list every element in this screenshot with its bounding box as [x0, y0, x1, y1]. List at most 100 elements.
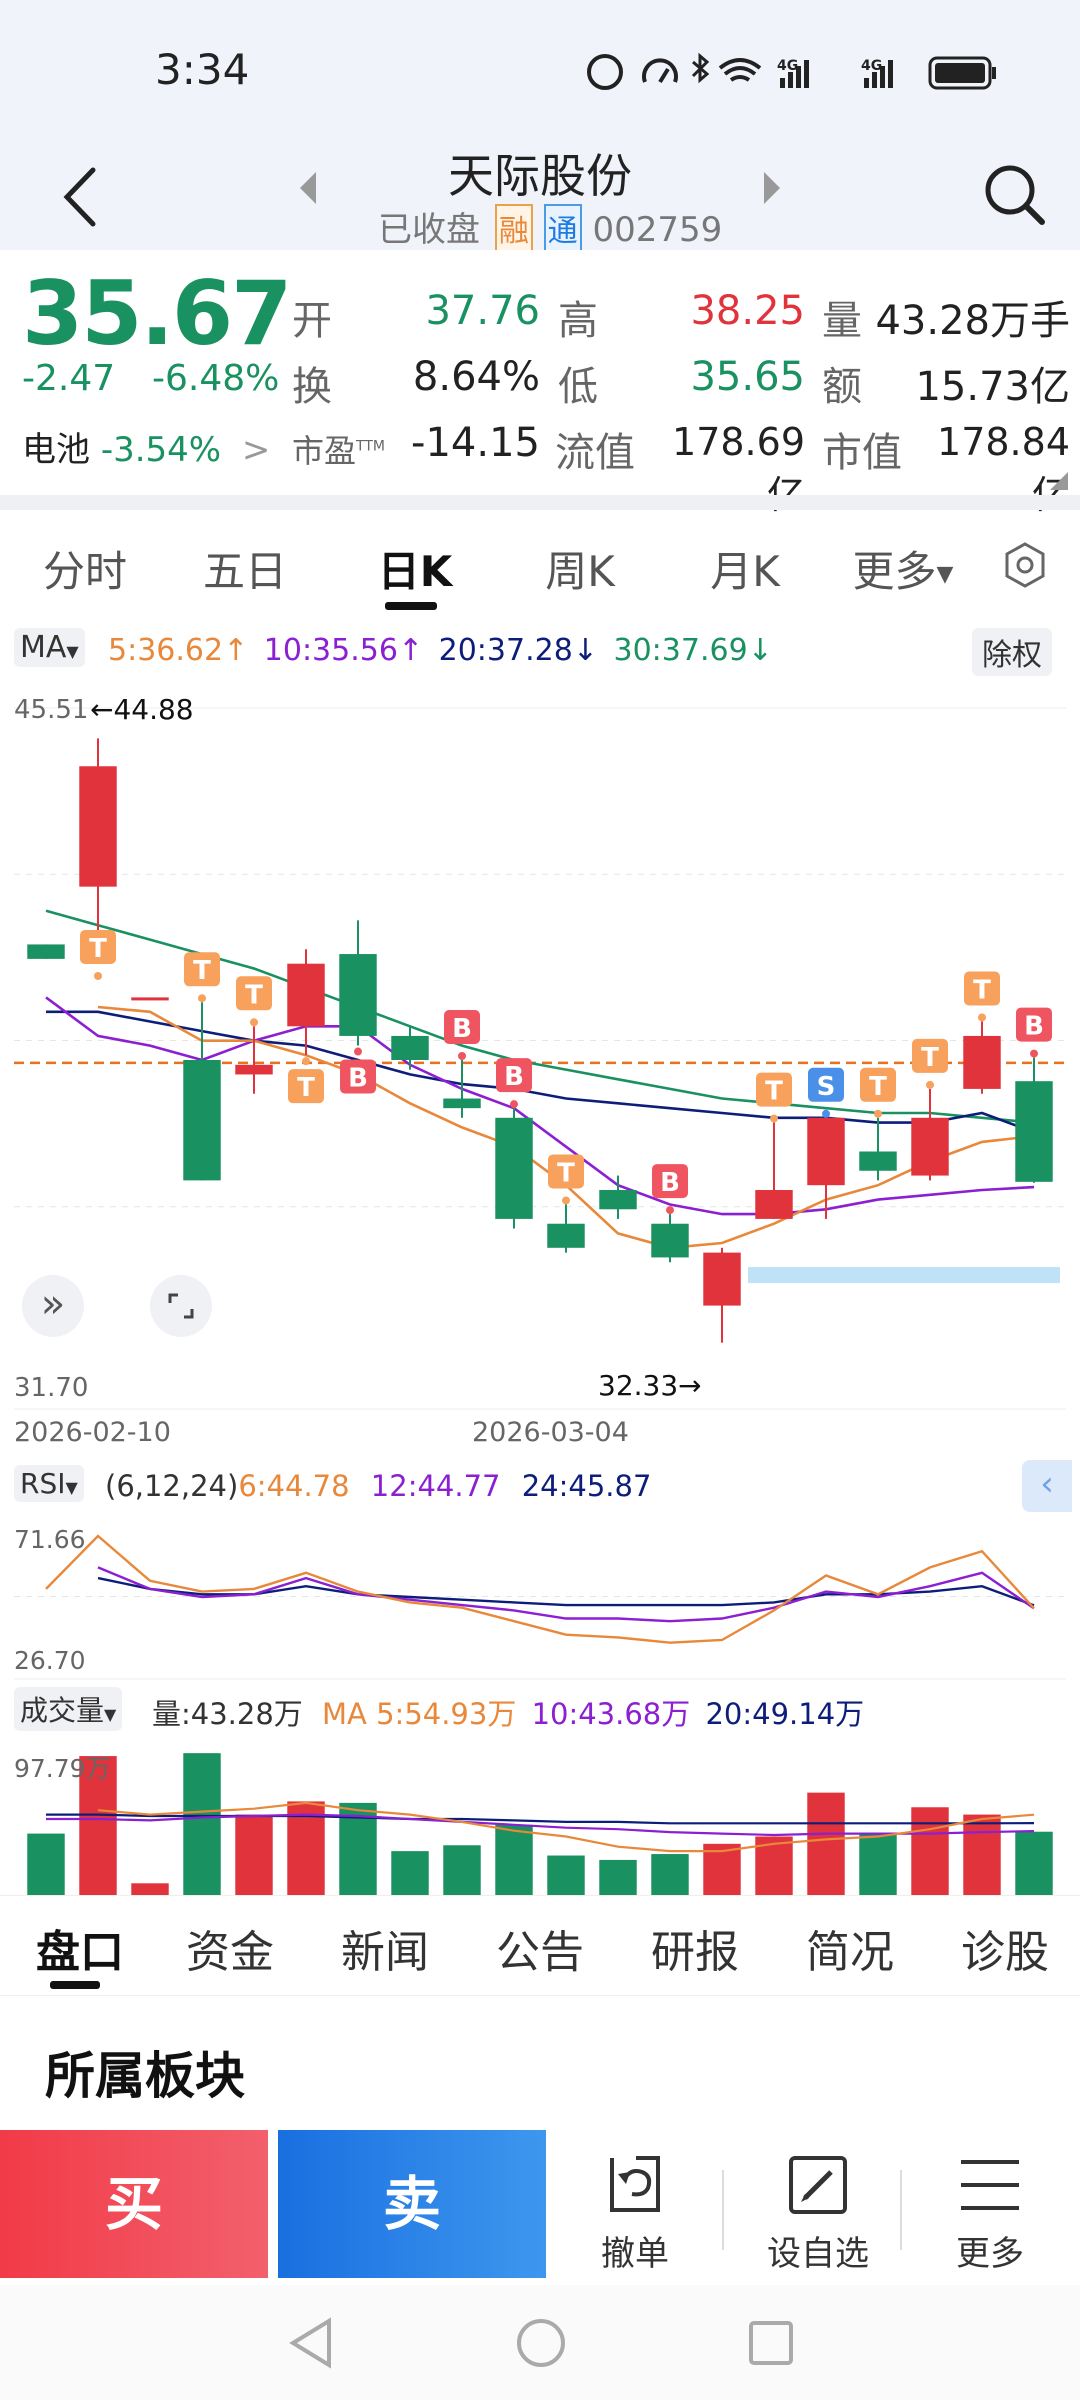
candle: [235, 1064, 273, 1075]
volume-bar: [235, 1814, 273, 1895]
search-icon[interactable]: [980, 160, 1050, 230]
pe-value: -14.15: [411, 420, 540, 466]
status-bar: 3:34 4G 4G: [0, 0, 1080, 140]
connect-badge: 通: [543, 204, 582, 252]
sell-button[interactable]: 卖: [278, 2130, 546, 2278]
sector-section: 所属板块: [0, 1995, 1080, 2130]
stock-header: 天际股份 已收盘 融 通 002759: [0, 140, 1080, 252]
volume-bar: [183, 1753, 221, 1895]
tab-daily-k[interactable]: 日K: [360, 538, 470, 599]
margin-badge: 融: [494, 204, 533, 252]
volume-indicator-label: 成交量: [20, 1694, 105, 1727]
cancel-order-button[interactable]: 撤单: [560, 2130, 710, 2278]
last-price: 35.67: [22, 262, 292, 365]
candle: [495, 1117, 533, 1219]
volume-legend: 量:43.28万 MA 5:54.93万 10:43.68万 20:49.14万: [152, 1691, 864, 1733]
rsi12-value: 12:44.77: [370, 1469, 501, 1503]
candle: [131, 997, 169, 1001]
dropdown-icon: ▼: [936, 562, 954, 587]
signal-dot: [250, 1018, 258, 1027]
active-tab-indicator: [385, 602, 437, 610]
vol-ma10-value: 10:43.68万: [531, 1697, 691, 1731]
settings-hexagon-icon[interactable]: [1000, 540, 1050, 590]
support-zone: [748, 1267, 1060, 1284]
volume-axis-max: 97.79万: [14, 1754, 111, 1783]
tab-five-day[interactable]: 五日: [195, 538, 295, 599]
volume-bar: [495, 1824, 533, 1895]
tab-more[interactable]: 更多▼: [838, 538, 968, 599]
sector-label: 电池: [22, 430, 90, 470]
fullscreen-button[interactable]: [150, 1275, 212, 1337]
nav-back-icon[interactable]: [285, 2315, 335, 2371]
chevron-right-icon: >: [241, 430, 271, 470]
sector-pct: -3.54%: [100, 430, 222, 470]
back-icon[interactable]: [55, 162, 105, 232]
volume-bar: [27, 1833, 65, 1895]
quote-panel: 35.67 -2.47 -6.48% 电池 -3.54% > 开 37.76 高…: [0, 250, 1080, 517]
detail-tabs: 盘口 资金 新闻 公告 研报 简况 诊股: [0, 1895, 1080, 1995]
nav-recents-icon[interactable]: [745, 2317, 797, 2369]
amount-value: 15.73亿: [915, 364, 1070, 410]
signal-dot: [770, 1114, 778, 1123]
tab-profile[interactable]: 简况: [800, 1916, 900, 1980]
add-watchlist-button[interactable]: 设自选: [738, 2130, 898, 2278]
vol-ma5-value: MA 5:54.93万: [322, 1697, 517, 1731]
tab-news[interactable]: 新闻: [335, 1916, 435, 1980]
stock-code: 002759: [592, 210, 723, 250]
rsi-selector[interactable]: RSI▼: [14, 1465, 84, 1502]
cancel-order-label: 撤单: [601, 2234, 669, 2274]
market-cap-label: 市值: [822, 430, 902, 476]
signal-dot: [822, 1109, 830, 1118]
prev-stock-icon[interactable]: [296, 168, 320, 208]
kline-chart-area[interactable]: MA▼ 5:36.62↑ 10:35.56↑ 20:37.28↓ 30:37.6…: [0, 615, 1080, 1895]
collapse-indicator-button[interactable]: ‹: [1022, 1460, 1072, 1512]
volume-current: 量:43.28万: [152, 1697, 303, 1731]
volume-bar: [651, 1854, 689, 1895]
signal-label: T: [89, 934, 107, 964]
more-menu-button[interactable]: 更多: [915, 2130, 1065, 2278]
signal-label: T: [869, 1072, 887, 1102]
open-value: 37.76: [425, 288, 540, 334]
sell-label: 卖: [382, 2170, 441, 2238]
tab-weekly-k[interactable]: 周K: [525, 538, 635, 599]
status-icons-svg: 4G 4G: [587, 52, 996, 90]
signal-label: B: [1024, 1012, 1044, 1042]
volume-selector[interactable]: 成交量▼: [14, 1687, 123, 1731]
amount-label: 额: [822, 364, 862, 410]
next-stock-icon[interactable]: [760, 168, 784, 208]
bluetooth-icon: [691, 52, 710, 84]
signal-dot: [302, 1057, 310, 1066]
signal-dot: [354, 1047, 362, 1056]
rsi-axis-min: 26.70: [14, 1646, 86, 1675]
signal-label: T: [973, 975, 991, 1005]
tab-monthly-k[interactable]: 月K: [690, 538, 800, 599]
nav-home-icon[interactable]: [513, 2315, 569, 2371]
expand-corner-icon[interactable]: [1050, 472, 1068, 490]
signal-label: B: [660, 1168, 680, 1198]
tab-diagnosis[interactable]: 诊股: [955, 1916, 1055, 1980]
signal-2-label: 4G: [861, 58, 882, 74]
signal-1-label: 4G: [777, 58, 798, 74]
tab-research[interactable]: 研报: [645, 1916, 745, 1980]
signal-label: T: [557, 1158, 575, 1188]
buy-button[interactable]: 买: [0, 2130, 268, 2278]
tab-funds[interactable]: 资金: [180, 1916, 280, 1980]
signal-dot: [458, 1052, 466, 1061]
tab-intraday[interactable]: 分时: [35, 538, 135, 599]
low-annotation: 32.33→: [598, 1369, 702, 1402]
signal-label: T: [193, 956, 211, 986]
turnover-label: 换: [292, 364, 332, 410]
stock-name: 天际股份: [448, 149, 632, 203]
add-watchlist-label: 设自选: [767, 2234, 869, 2274]
volume-value: 43.28万手: [875, 298, 1070, 344]
signal-dot: [94, 971, 102, 980]
tab-announcements[interactable]: 公告: [490, 1916, 590, 1980]
volume-bar: [1015, 1831, 1053, 1895]
signal-dot: [978, 1013, 986, 1022]
signal-dot: [926, 1080, 934, 1089]
rsi6-line: [45, 1534, 1035, 1644]
sector-row[interactable]: 电池 -3.54% >: [22, 422, 270, 471]
tab-handicap[interactable]: 盘口: [30, 1916, 130, 1980]
fast-forward-button[interactable]: »: [22, 1275, 84, 1337]
tab-more-label: 更多: [852, 547, 937, 596]
